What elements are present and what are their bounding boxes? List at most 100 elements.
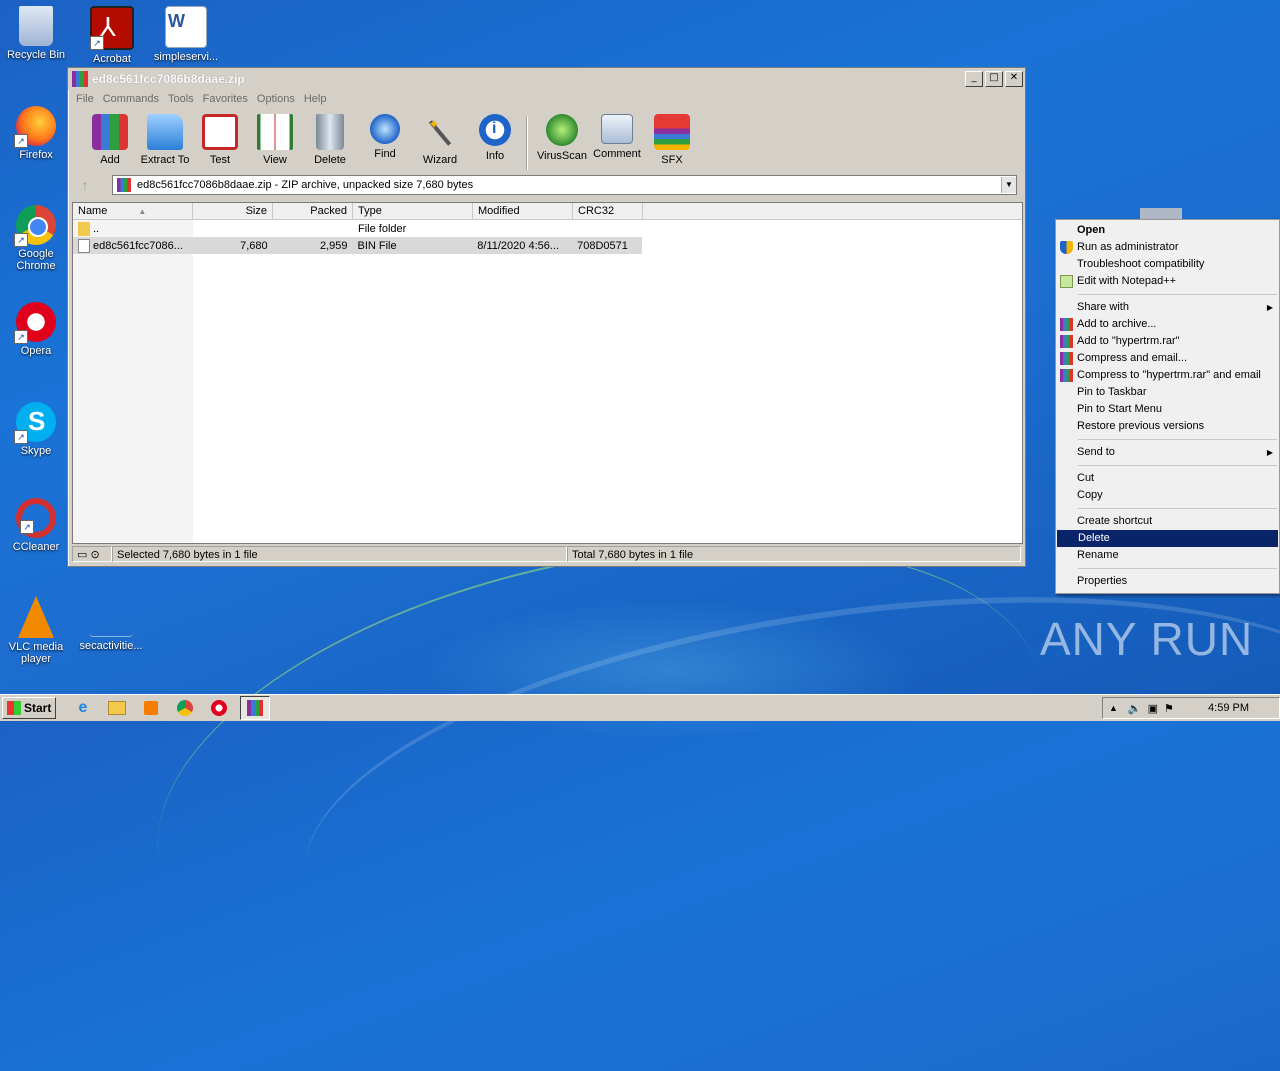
comment-button[interactable]: Comment [589, 112, 645, 160]
winrar-icon [1060, 369, 1073, 382]
comment-label: Comment [593, 148, 641, 160]
taskbar-winrar[interactable] [240, 696, 270, 720]
desktop-icon-label: CCleaner [12, 541, 60, 553]
find-button[interactable]: Find [357, 112, 413, 160]
add-label: Add [100, 154, 120, 166]
view-button[interactable]: View [247, 112, 303, 166]
desktop-icon-label: secactivitie... [79, 640, 143, 652]
taskbar-ie[interactable]: e [70, 697, 96, 719]
desktop-icon-chrome[interactable]: ↗ Google Chrome [1, 205, 71, 272]
menu-favorites[interactable]: Favorites [203, 93, 248, 105]
menu-item-rename[interactable]: Rename [1056, 547, 1279, 564]
sfx-button[interactable]: SFX [644, 112, 700, 166]
row-modified: 8/11/2020 4:56... [477, 239, 560, 252]
column-modified[interactable]: Modified [473, 203, 573, 219]
delete-button[interactable]: Delete [302, 112, 358, 166]
toolbar: Add Extract To Test View Delete Find ✦ W… [68, 108, 1025, 178]
wizard-button[interactable]: ✦ Wizard [412, 112, 468, 166]
add-button[interactable]: Add [82, 112, 138, 166]
chevron-down-icon[interactable]: ▼ [1001, 177, 1016, 193]
menu-item-copy[interactable]: Copy [1056, 487, 1279, 504]
winrar-icon [1060, 335, 1073, 348]
menu-separator [1078, 508, 1277, 509]
row-name: ed8c561fcc7086... [93, 239, 183, 252]
taskbar-explorer[interactable] [104, 697, 130, 719]
menu-item-add-to-rar[interactable]: Add to "hypertrm.rar" [1056, 333, 1279, 350]
column-type[interactable]: Type [353, 203, 473, 219]
desktop-icon-firefox[interactable]: ↗ Firefox [1, 106, 71, 161]
menu-item-run-as-admin[interactable]: Run as administrator [1056, 239, 1279, 256]
close-button[interactable]: ✕ [1005, 71, 1023, 87]
taskbar-opera[interactable] [206, 697, 232, 719]
table-row[interactable]: .. File folder [73, 220, 1022, 237]
table-row[interactable]: ed8c561fcc7086... 7,680 2,959 BIN File 8… [73, 237, 642, 254]
desktop-icon-label: Skype [20, 445, 52, 457]
desktop-icon-opera[interactable]: ↗ Opera [1, 302, 71, 357]
menu-item-create-shortcut[interactable]: Create shortcut [1056, 513, 1279, 530]
desktop-icon-skype[interactable]: S ↗ Skype [1, 402, 71, 457]
column-name[interactable]: Name ▲ [73, 203, 193, 219]
test-button[interactable]: Test [192, 112, 248, 166]
ccleaner-icon: ↗ [16, 498, 56, 538]
desktop-icon-recycle-bin[interactable]: Recycle Bin [1, 6, 71, 61]
desktop-icon-secactivities[interactable]: secactivitie... [76, 596, 146, 652]
trash-can-icon [316, 114, 344, 150]
menu-item-add-to-archive[interactable]: Add to archive... [1056, 316, 1279, 333]
maximize-button[interactable]: □ [985, 71, 1003, 87]
test-label: Test [209, 154, 231, 166]
menu-item-share-with[interactable]: Share with ▶ [1056, 299, 1279, 316]
desktop-icon-label: Recycle Bin [6, 49, 66, 61]
context-menu: Open Run as administrator Troubleshoot c… [1055, 219, 1280, 594]
menu-item-pin-start[interactable]: Pin to Start Menu [1056, 401, 1279, 418]
menu-item-troubleshoot[interactable]: Troubleshoot compatibility [1056, 256, 1279, 273]
book-icon [257, 114, 293, 150]
menu-separator [1078, 294, 1277, 295]
column-size[interactable]: Size [193, 203, 273, 219]
virusscan-button[interactable]: VirusScan [534, 112, 590, 162]
clock[interactable]: 4:59 PM [1208, 702, 1249, 714]
desktop-icon-word-doc[interactable]: W simpleservi... [151, 6, 221, 63]
menu-item-edit-notepadpp[interactable]: Edit with Notepad++ [1056, 273, 1279, 290]
shortcut-arrow-icon: ↗ [14, 134, 28, 148]
action-center-flag-icon[interactable]: ⚑ [1164, 702, 1174, 715]
recycle-bin-icon [19, 6, 53, 46]
up-folder-button[interactable]: ↑ [72, 177, 98, 193]
desktop-icon-vlc[interactable]: VLC media player [1, 596, 71, 665]
menu-file[interactable]: File [76, 93, 94, 105]
taskbar-media-player[interactable] [138, 697, 164, 719]
menu-item-pin-taskbar[interactable]: Pin to Taskbar [1056, 384, 1279, 401]
volume-icon[interactable]: 🔈 [1128, 702, 1142, 715]
extract-to-button[interactable]: Extract To [137, 112, 193, 166]
menu-tools[interactable]: Tools [168, 93, 194, 105]
menu-item-send-to[interactable]: Send to ▶ [1056, 444, 1279, 461]
minimize-button[interactable]: _ [965, 71, 983, 87]
tray-expand-icon[interactable]: ▲ [1109, 703, 1118, 713]
menu-options[interactable]: Options [257, 93, 295, 105]
menu-item-restore-versions[interactable]: Restore previous versions [1056, 418, 1279, 435]
windows-logo-icon [7, 701, 21, 715]
menu-bar: File Commands Tools Favorites Options He… [68, 90, 1025, 108]
menu-item-properties[interactable]: Properties [1056, 573, 1279, 590]
row-packed: 2,959 [319, 239, 348, 252]
menu-item-compress-email[interactable]: Compress and email... [1056, 350, 1279, 367]
desktop-icon-label: Acrobat [93, 53, 131, 65]
menu-commands[interactable]: Commands [103, 93, 159, 105]
desktop-icon-ccleaner[interactable]: ↗ CCleaner [1, 498, 71, 553]
archive-path-box[interactable]: ed8c561fcc7086b8daae.zip - ZIP archive, … [112, 175, 1017, 195]
taskbar-chrome[interactable] [172, 697, 198, 719]
network-icon[interactable]: ▣ [1148, 702, 1158, 715]
column-packed[interactable]: Packed [273, 203, 353, 219]
winrar-window: ed8c561fcc7086b8daae.zip _ □ ✕ File Comm… [67, 67, 1026, 567]
menu-item-compress-to-rar-email[interactable]: Compress to "hypertrm.rar" and email [1056, 367, 1279, 384]
info-button[interactable]: i Info [467, 112, 523, 162]
menu-help[interactable]: Help [304, 93, 327, 105]
drive-icon[interactable]: ▭ ⊙ [72, 546, 112, 562]
start-button[interactable]: Start [2, 697, 56, 719]
column-crc32[interactable]: CRC32 [573, 203, 643, 219]
menu-item-open[interactable]: Open [1056, 222, 1279, 239]
menu-item-delete[interactable]: Delete [1057, 530, 1278, 547]
desktop-icon-acrobat[interactable]: ⅄ ↗ Acrobat [77, 6, 147, 65]
status-selected: Selected 7,680 bytes in 1 file [112, 546, 567, 562]
menu-item-cut[interactable]: Cut [1056, 470, 1279, 487]
title-bar[interactable]: ed8c561fcc7086b8daae.zip _ □ ✕ [68, 68, 1025, 90]
